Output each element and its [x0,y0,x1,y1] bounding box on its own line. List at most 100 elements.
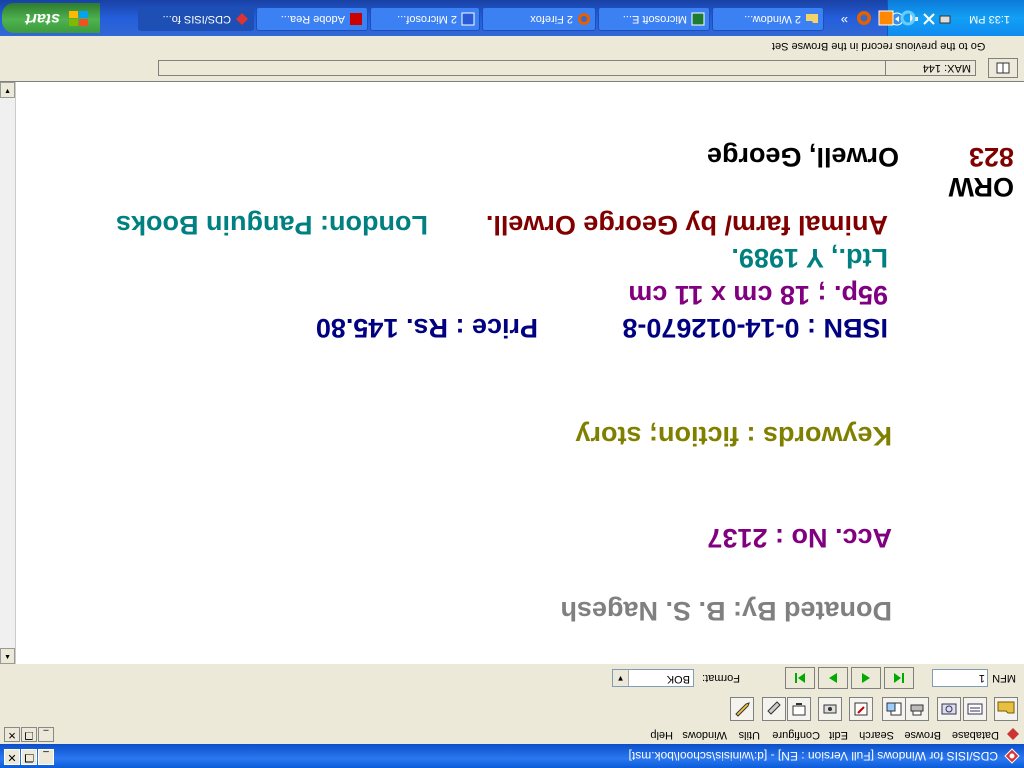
isis-app-icon[interactable] [1004,748,1020,764]
dictionary-button[interactable] [963,697,987,721]
scroll-down-arrow-icon[interactable]: ▼ [0,82,15,98]
export-button[interactable] [849,697,873,721]
windows-taskbar: 1:33 PM CDS/ISIS fo... Adobe Rea... 2 Mi… [0,0,1024,36]
record-accession-number: Acc. No : 2137 [707,523,892,553]
max-mfn-indicator: MAX: 144 [876,60,976,76]
document-icon[interactable] [1006,727,1020,741]
firefox-quick-launch-icon[interactable] [856,10,872,26]
taskbar-item-windows-explorer[interactable]: 2 Window... [712,7,824,31]
edit-icon [823,704,837,714]
excel-icon [691,12,705,26]
search-icon [941,703,957,715]
mfn-label: MFN [992,672,1016,684]
previous-record-button[interactable] [851,667,881,689]
record-title: Animal farm/ by George Orwell. [485,210,888,240]
mdi-minimize-button[interactable]: _ [38,727,54,742]
format-select[interactable]: BOK ▼ [612,669,694,687]
clock: 1:33 PM [969,13,1010,25]
last-record-button[interactable] [785,667,815,689]
antivirus-icon[interactable] [922,12,936,26]
isis-icon [235,12,249,26]
print-button[interactable] [905,697,929,721]
menu-search[interactable]: Search [859,729,894,741]
previous-icon [862,673,870,683]
taskbar-item-firefox[interactable]: 2 Firefox [482,7,596,31]
menu-help[interactable]: Help [650,729,673,741]
import-button[interactable] [882,697,906,721]
word-icon [461,12,475,26]
taskbar-item-cds-isis[interactable]: CDS/ISIS fo... [138,7,254,31]
search-button[interactable] [937,697,961,721]
dictionary-icon [967,703,983,715]
menu-utils[interactable]: Utils [739,729,760,741]
start-button[interactable]: start [2,3,100,33]
pencil-icon [735,702,750,717]
utils-button[interactable] [730,697,754,721]
menu-windows[interactable]: Windows [682,729,727,741]
import-icon [886,702,902,716]
mdi-close-button[interactable]: ✕ [4,727,20,742]
status-bar: MAX: 144 [0,55,1024,82]
record-price: Price : Rs. 145.80 [315,313,538,343]
record-collation: 95p. ; 18 cm x 11 cm [628,280,888,310]
next-record-button[interactable] [818,667,848,689]
record-call-number: ORW [948,172,1015,202]
minimize-button[interactable]: _ [38,749,54,765]
app-title-bar: CDS/ISIS for Windows [Full Version : EN]… [0,744,1024,768]
taskbar-item-label: CDS/ISIS fo... [162,13,231,25]
record-author: Orwell, George [706,142,899,172]
status-message-field [158,60,886,76]
record-keywords: Keywords : fiction; story [575,421,892,451]
taskbar-item-label: Microsoft E... [622,13,687,25]
pointer-icon [767,701,781,715]
mdi-restore-button[interactable]: ❐ [21,727,37,742]
menu-bar: Database Browse Search Edit Configure Ut… [0,724,1024,744]
edit-button[interactable] [818,697,842,721]
chevron-down-icon[interactable]: ▼ [613,670,629,686]
toolbar [0,691,1024,724]
record-donated-by: Donated By: B. S. Nagesh [560,596,892,626]
open-folder-icon [997,701,1015,714]
menu-edit[interactable]: Edit [829,729,848,741]
open-database-button[interactable] [994,697,1018,721]
record-publisher: London: Panguin Books [116,210,428,240]
taskbar-item-label: Adobe Rea... [280,13,345,25]
media-quick-launch-icon[interactable] [878,10,894,26]
vertical-scrollbar[interactable]: ▲ ▼ [0,82,16,664]
hint-bar: Go to the previous record in the Browse … [0,36,1024,56]
format-value: BOK [666,673,690,685]
record-isbn: ISBN : 0-14-012670-8 [622,313,888,343]
quick-launch-overflow[interactable]: » [832,12,848,28]
menu-database[interactable]: Database [952,729,999,741]
next-icon [829,673,837,683]
taskbar-item-label: 2 Firefox [530,13,573,25]
record-mfn: 823 [968,142,1014,172]
record-display: 823 Orwell, George ORW Animal farm/ by G… [16,82,1024,664]
window-title: CDS/ISIS for Windows [Full Version : EN]… [628,749,998,763]
book-icon [996,62,1010,74]
ie-quick-launch-icon[interactable] [900,10,916,26]
menu-configure[interactable]: Configure [772,729,820,741]
taskbar-item-adobe-reader[interactable]: Adobe Rea... [256,7,368,31]
windows-logo-icon [68,5,88,26]
configure-button[interactable] [762,697,786,721]
mfn-input[interactable] [932,669,988,687]
navigation-bar: MFN Format: BOK ▼ [0,663,1024,692]
first-record-icon [894,673,904,683]
print-icon [910,704,924,716]
taskbar-item-word[interactable]: 2 Microsof... [370,7,480,31]
print-record-button[interactable] [787,697,811,721]
folder-icon [805,12,819,26]
network-icon[interactable] [938,12,952,26]
menu-browse[interactable]: Browse [904,729,941,741]
close-button[interactable]: ✕ [4,749,20,765]
monitor-icon [792,703,806,716]
scroll-up-arrow-icon[interactable]: ▲ [0,648,15,664]
taskbar-item-excel[interactable]: Microsoft E... [598,7,710,31]
taskbar-item-label: 2 Microsof... [397,13,457,25]
first-record-button[interactable] [884,667,914,689]
record-publisher-year: Ltd., Y 1989. [731,243,888,273]
help-book-button[interactable] [988,58,1018,78]
acrobat-icon [349,12,363,26]
restore-button[interactable]: ❐ [21,749,37,765]
